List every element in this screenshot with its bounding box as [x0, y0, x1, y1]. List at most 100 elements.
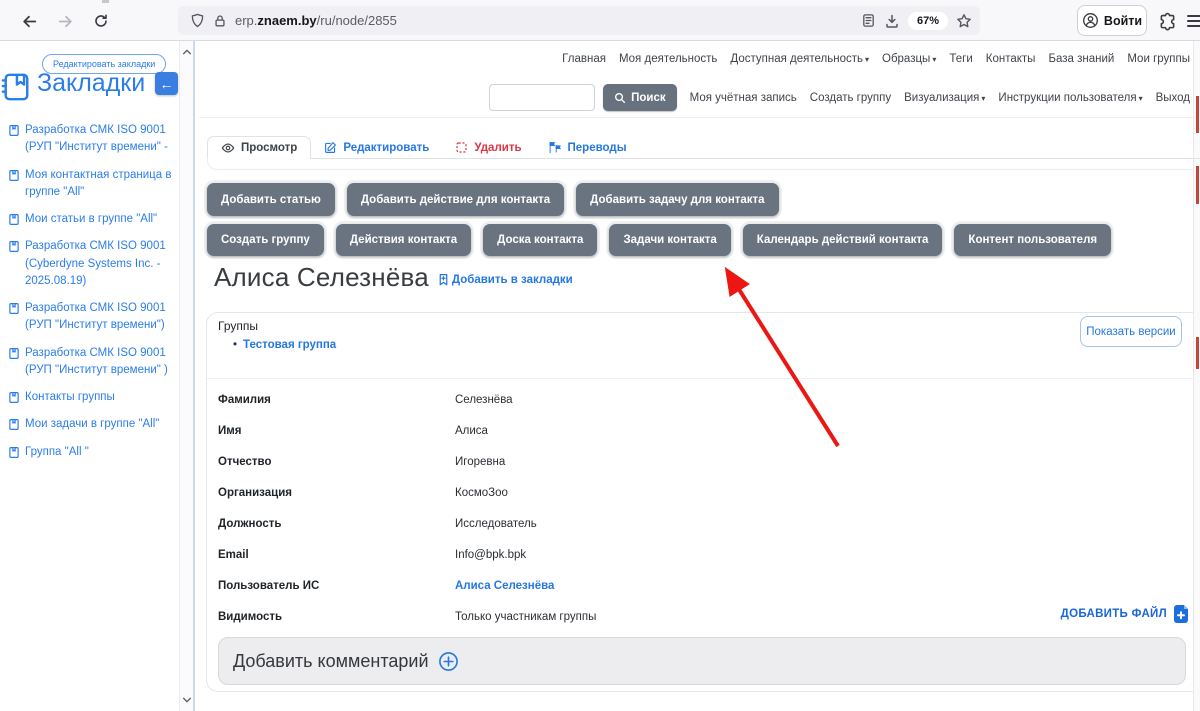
sidebar-scrollbar[interactable]	[179, 41, 193, 711]
download-icon[interactable]	[884, 13, 900, 29]
bookmark-item[interactable]: Моя контактная страница в группе "All"	[8, 167, 176, 202]
shield-icon[interactable]	[190, 13, 205, 28]
contact-board-button[interactable]: Доска контакта	[483, 224, 597, 256]
field-row-is-user: Пользователь ИСАлиса Селезнёва	[218, 570, 1178, 601]
scrollbar-red-mark	[1196, 166, 1199, 204]
scroll-up-icon[interactable]	[181, 45, 193, 59]
menu-item-user-instructions[interactable]: Инструкции пользователя▾	[998, 92, 1142, 104]
page-scrollbar[interactable]	[1193, 41, 1200, 711]
bookmark-page-icon	[8, 391, 20, 404]
refresh-button[interactable]	[89, 9, 113, 33]
bookmark-page-icon	[8, 302, 20, 315]
bookmarks-title: Закладки	[37, 69, 145, 98]
forward-button[interactable]	[53, 9, 77, 33]
menu-item-obraztsy[interactable]: Образцы▾	[882, 53, 936, 65]
field-row-position: ДолжностьИсследователь	[218, 508, 1178, 539]
bookmark-item[interactable]: Мои статьи в группе "All"	[8, 211, 176, 228]
scroll-down-icon[interactable]	[181, 693, 193, 707]
search-icon	[614, 92, 626, 104]
bookmark-item[interactable]: Разработка СМК ISO 9001 (РУП "Институт в…	[8, 300, 176, 335]
bookmark-page-icon	[8, 446, 20, 459]
create-group-button[interactable]: Создать группу	[207, 224, 324, 256]
menu-item-dostupnaya-deyatelnost[interactable]: Доступная деятельность▾	[730, 53, 869, 65]
bookmark-star-icon[interactable]	[956, 13, 972, 29]
forward-icon	[57, 13, 74, 30]
bookmark-item[interactable]: Контакты группы	[8, 389, 176, 406]
bookmark-add-icon	[437, 273, 450, 286]
menu-item-moi-gruppy[interactable]: Мои группы	[1127, 53, 1190, 65]
scrollbar-red-mark	[1196, 96, 1199, 133]
login-label: Войти	[1104, 14, 1142, 28]
collapse-sidebar-button[interactable]: ←	[155, 72, 178, 95]
tab-delete[interactable]: Удалить	[442, 136, 534, 159]
url-bar[interactable]: erp.znaem.by/ru/node/2855 67%	[178, 6, 980, 35]
menu-item-account[interactable]: Моя учётная запись	[690, 92, 797, 104]
back-icon	[21, 13, 38, 30]
hamburger-icon	[1187, 15, 1200, 17]
tab-view[interactable]: Просмотр	[207, 136, 311, 159]
field-row-email: EmailInfo@bpk.bpk	[218, 539, 1178, 570]
field-row-organization: ОрганизацияКосмоЗоо	[218, 477, 1178, 508]
node-tabs: Просмотр Редактировать Удалить Переводы	[207, 136, 640, 159]
chevron-down-icon: ▾	[932, 55, 936, 64]
url-text: erp.znaem.by/ru/node/2855	[235, 13, 397, 28]
menu-item-moya-deyatelnost[interactable]: Моя деятельность	[619, 53, 717, 65]
menu-item-glavnaya[interactable]: Главная	[562, 53, 606, 65]
bookmark-item[interactable]: Разработка СМК ISO 9001 (РУП "Институт в…	[8, 345, 176, 380]
extensions-button[interactable]	[1155, 9, 1179, 33]
page-title: Алиса Селезнёва	[214, 262, 429, 293]
bookmarks-list: Разработка СМК ISO 9001 (РУП "Институт в…	[8, 122, 176, 471]
add-contact-task-button[interactable]: Добавить задачу для контакта	[576, 183, 778, 216]
lock-icon[interactable]	[213, 14, 227, 28]
file-plus-icon	[1172, 604, 1190, 624]
bookmark-item[interactable]: Разработка СМК ISO 9001 (РУП "Институт в…	[8, 122, 176, 157]
reader-mode-icon[interactable]	[861, 13, 876, 28]
add-to-bookmarks-link[interactable]: Добавить в закладки	[437, 273, 573, 286]
user-content-button[interactable]: Контент пользователя	[954, 224, 1111, 256]
add-article-button[interactable]: Добавить статью	[207, 183, 335, 216]
bookmark-item[interactable]: Группа "All "	[8, 444, 176, 461]
add-contact-action-button[interactable]: Добавить действие для контакта	[347, 183, 564, 216]
fields-divider	[207, 378, 1199, 379]
menu-item-visualization[interactable]: Визуализация▾	[904, 92, 985, 104]
screen: erp.znaem.by/ru/node/2855 67% Войти Реда	[0, 0, 1200, 711]
chevron-down-icon: ▾	[865, 55, 869, 64]
field-row-surname: ФамилияСелезнёва	[218, 384, 1178, 415]
bookmark-page-icon	[8, 347, 20, 360]
menu-button[interactable]	[1187, 12, 1200, 30]
tab-translations[interactable]: Переводы	[535, 136, 640, 159]
menu-item-kontakty[interactable]: Контакты	[986, 53, 1036, 65]
search-input[interactable]	[489, 84, 595, 111]
bookmark-item[interactable]: Мои задачи в группе "All"	[8, 416, 176, 433]
tab-edit[interactable]: Редактировать	[311, 136, 442, 159]
group-link-testovaya-gruppa[interactable]: •Тестовая группа	[233, 339, 336, 351]
zoom-level-badge[interactable]: 67%	[908, 12, 948, 30]
contact-actions-calendar-button[interactable]: Календарь действий контакта	[743, 224, 943, 256]
menu-item-logout[interactable]: Выход	[1156, 92, 1190, 104]
back-button[interactable]	[17, 9, 41, 33]
menu-item-baza-znaniy[interactable]: База знаний	[1048, 53, 1114, 65]
login-button[interactable]: Войти	[1077, 5, 1147, 36]
field-row-firstname: ИмяАлиса	[218, 415, 1178, 446]
bookmarks-sidebar: Редактировать закладки Закладки ← Разраб…	[0, 41, 178, 711]
add-file-link[interactable]: ДОБАВИТЬ ФАЙЛ	[990, 604, 1190, 624]
sidebar-divider	[193, 41, 195, 711]
main-menu: Главная Моя деятельность Доступная деяте…	[199, 53, 1190, 65]
title-row: Алиса Селезнёва Добавить в закладки	[214, 262, 573, 293]
url-path: /ru/node/2855	[317, 13, 397, 28]
chevron-down-icon: ▾	[1139, 94, 1143, 103]
contact-actions-button[interactable]: Действия контакта	[336, 224, 471, 256]
contact-tasks-button[interactable]: Задачи контакта	[609, 224, 730, 256]
menu-item-create-group[interactable]: Создать группу	[810, 92, 891, 104]
groups-label: Группы	[218, 319, 258, 333]
search-button[interactable]: Поиск	[603, 84, 677, 111]
bookmark-page-icon	[8, 169, 20, 182]
show-versions-button[interactable]: Показать версии	[1080, 316, 1182, 347]
add-comment-bar[interactable]: Добавить комментарий	[218, 637, 1186, 685]
list-bullet: •	[233, 339, 237, 351]
menu-item-tegi[interactable]: Теги	[949, 53, 972, 65]
browser-toolbar: erp.znaem.by/ru/node/2855 67% Войти	[0, 0, 1200, 41]
bookmark-item[interactable]: Разработка СМК ISO 9001 (Cyberdyne Syste…	[8, 238, 176, 290]
plus-circle-icon	[438, 651, 459, 672]
is-user-link[interactable]: Алиса Селезнёва	[455, 580, 554, 592]
